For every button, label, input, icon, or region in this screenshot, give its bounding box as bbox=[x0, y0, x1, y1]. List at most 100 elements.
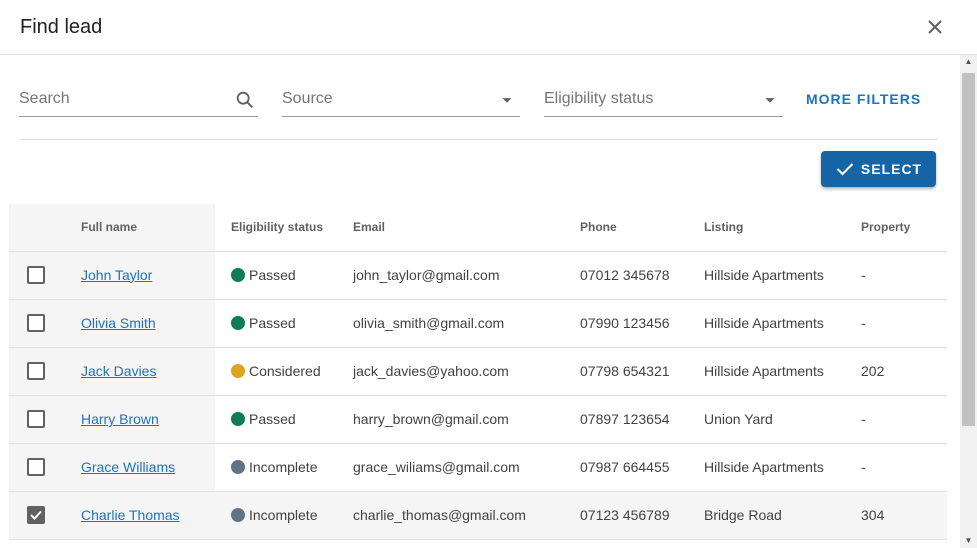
table-row[interactable]: John Taylor Passed john_taylor@gmail.com 07… bbox=[9, 251, 947, 300]
status-dot-icon bbox=[231, 508, 245, 522]
table-row[interactable]: Jack Davies Considered jack_davies@yahoo.c… bbox=[9, 347, 947, 396]
header-phone[interactable]: Phone bbox=[580, 204, 704, 252]
property-cell: - bbox=[861, 251, 947, 300]
lead-name-link[interactable]: Olivia Smith bbox=[81, 315, 156, 331]
source-select[interactable]: Source bbox=[282, 83, 520, 117]
scroll-up-icon[interactable]: ▲ bbox=[960, 55, 977, 69]
eligibility-cell: Passed bbox=[215, 395, 353, 444]
eligibility-cell: Incomplete bbox=[215, 491, 353, 540]
table-row[interactable]: Charlie Thomas Incomplete charlie_thomas@g… bbox=[9, 491, 947, 540]
phone-cell: 07798 654321 bbox=[580, 347, 704, 396]
row-checkbox[interactable] bbox=[27, 458, 45, 477]
eligibility-status-text: Incomplete bbox=[249, 507, 318, 523]
phone-cell: 07012 345678 bbox=[580, 251, 704, 300]
phone-cell: 07987 664455 bbox=[580, 443, 704, 492]
email-cell: harry_brown@gmail.com bbox=[353, 395, 580, 444]
dropdown-arrow-icon bbox=[496, 89, 518, 111]
status-dot-icon bbox=[231, 412, 245, 426]
search-input[interactable]: Search bbox=[19, 83, 258, 117]
email-cell: charlie_thomas@gmail.com bbox=[353, 491, 580, 540]
leads-table: Full name Eligibility status Email Phone… bbox=[9, 204, 947, 548]
search-placeholder: Search bbox=[19, 90, 70, 107]
table-header-row: Full name Eligibility status Email Phone… bbox=[9, 204, 947, 252]
eligibility-status-text: Passed bbox=[249, 315, 296, 331]
lead-name-link[interactable]: Charlie Thomas bbox=[81, 507, 180, 523]
property-cell: - bbox=[861, 443, 947, 492]
eligibility-cell: Passed bbox=[215, 251, 353, 300]
row-checkbox[interactable] bbox=[27, 506, 45, 525]
property-cell: 202 bbox=[861, 347, 947, 396]
full-name-cell: John Taylor bbox=[65, 251, 215, 300]
checkmark-icon bbox=[30, 510, 42, 521]
full-name-cell: Charlie Thomas bbox=[65, 491, 215, 540]
table-row[interactable]: Harry Brown Passed harry_brown@gmail.com 07… bbox=[9, 395, 947, 444]
listing-cell: Bridge Road bbox=[704, 491, 861, 540]
email-cell: olivia_smith@gmail.com bbox=[353, 299, 580, 348]
full-name-cell: Grace Williams bbox=[65, 443, 215, 492]
dialog-header: Find lead bbox=[0, 0, 977, 55]
email-cell: john_taylor@gmail.com bbox=[353, 251, 580, 300]
scroll-down-icon[interactable]: ▼ bbox=[960, 534, 977, 548]
filter-bar: Search Source Eligibility status MORE FI… bbox=[0, 55, 960, 145]
header-eligibility-status[interactable]: Eligibility status bbox=[215, 204, 353, 252]
property-cell: 304 bbox=[861, 491, 947, 540]
close-icon[interactable] bbox=[922, 14, 948, 40]
header-checkbox-cell bbox=[9, 204, 65, 252]
eligibility-cell: Incomplete bbox=[215, 443, 353, 492]
property-cell: - bbox=[861, 299, 947, 348]
eligibility-cell: Considered bbox=[215, 347, 353, 396]
dropdown-arrow-icon bbox=[759, 89, 781, 111]
row-checkbox-cell bbox=[9, 299, 65, 348]
row-checkbox-cell bbox=[9, 443, 65, 492]
listing-cell: Union Yard bbox=[704, 395, 861, 444]
row-checkbox[interactable] bbox=[27, 266, 45, 285]
dialog-title: Find lead bbox=[20, 16, 103, 38]
row-checkbox-cell bbox=[9, 395, 65, 444]
property-cell: - bbox=[861, 395, 947, 444]
header-full-name[interactable]: Full name bbox=[65, 204, 215, 252]
status-dot-icon bbox=[231, 364, 245, 378]
listing-cell: Hillside Apartments bbox=[704, 251, 861, 300]
search-icon[interactable] bbox=[234, 89, 256, 111]
eligibility-status-text: Passed bbox=[249, 267, 296, 283]
eligibility-status-text: Passed bbox=[249, 411, 296, 427]
divider bbox=[20, 139, 938, 140]
eligibility-status-select[interactable]: Eligibility status bbox=[544, 83, 783, 117]
lead-name-link[interactable]: Jack Davies bbox=[81, 363, 156, 379]
full-name-cell: Jack Davies bbox=[65, 347, 215, 396]
phone-cell: 07990 123456 bbox=[580, 299, 704, 348]
eligibility-placeholder: Eligibility status bbox=[544, 90, 654, 107]
full-name-cell: Olivia Smith bbox=[65, 299, 215, 348]
table-row[interactable]: Grace Williams Incomplete grace_wiliams@gm… bbox=[9, 443, 947, 492]
select-button-label: SELECT bbox=[860, 161, 923, 177]
listing-cell: Hillside Apartments bbox=[704, 443, 861, 492]
row-checkbox[interactable] bbox=[27, 362, 45, 381]
scrollbar-thumb[interactable] bbox=[962, 73, 975, 426]
phone-cell: 07123 456789 bbox=[580, 491, 704, 540]
full-name-cell: Harry Brown bbox=[65, 395, 215, 444]
scrollbar[interactable]: ▲ ▼ bbox=[960, 55, 977, 548]
eligibility-status-text: Incomplete bbox=[249, 459, 318, 475]
source-placeholder: Source bbox=[282, 90, 333, 107]
phone-cell: 07897 123654 bbox=[580, 395, 704, 444]
listing-cell: Hillside Apartments bbox=[704, 347, 861, 396]
header-email[interactable]: Email bbox=[353, 204, 580, 252]
row-checkbox-cell bbox=[9, 347, 65, 396]
lead-name-link[interactable]: John Taylor bbox=[81, 267, 152, 283]
row-checkbox[interactable] bbox=[27, 410, 45, 429]
check-icon bbox=[836, 163, 854, 176]
select-button[interactable]: SELECT bbox=[821, 151, 936, 187]
email-cell: grace_wiliams@gmail.com bbox=[353, 443, 580, 492]
header-listing[interactable]: Listing bbox=[704, 204, 861, 252]
lead-name-link[interactable]: Harry Brown bbox=[81, 411, 159, 427]
row-checkbox[interactable] bbox=[27, 314, 45, 333]
table-row[interactable]: Olivia Smith Passed olivia_smith@gmail.com… bbox=[9, 299, 947, 348]
lead-name-link[interactable]: Grace Williams bbox=[81, 459, 175, 475]
status-dot-icon bbox=[231, 460, 245, 474]
listing-cell: Hillside Apartments bbox=[704, 299, 861, 348]
email-cell: jack_davies@yahoo.com bbox=[353, 347, 580, 396]
row-checkbox-cell bbox=[9, 491, 65, 540]
header-property[interactable]: Property bbox=[861, 204, 947, 252]
status-dot-icon bbox=[231, 316, 245, 330]
more-filters-button[interactable]: MORE FILTERS bbox=[806, 91, 921, 107]
